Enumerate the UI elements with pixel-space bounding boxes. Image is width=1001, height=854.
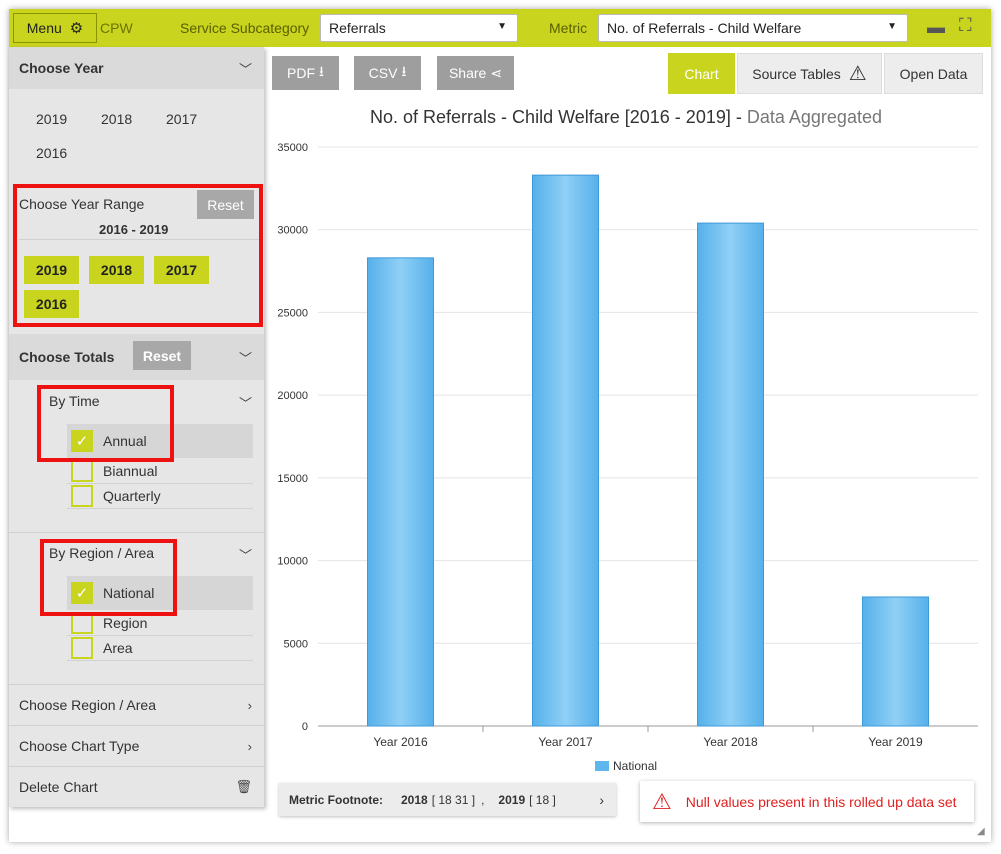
- metric-select[interactable]: No. of Referrals - Child Welfare ▼: [598, 14, 908, 42]
- share-icon: ⋖: [490, 64, 503, 81]
- link-label: Choose Region / Area: [19, 697, 156, 713]
- bar-chart: 0 5000 10000 15000 20000 25000 30000 35000 Year …: [270, 135, 982, 773]
- metric-label: Metric: [549, 20, 588, 36]
- download-icon: ⭳: [401, 63, 407, 79]
- footnote-label: Metric Footnote:: [289, 792, 383, 807]
- share-button[interactable]: Share ⋖: [437, 56, 514, 90]
- caret-down-icon: ▼: [497, 21, 507, 32]
- tab-label: Source Tables: [752, 65, 841, 82]
- app-code[interactable]: CPW: [100, 20, 133, 36]
- csv-label: CSV: [368, 65, 398, 81]
- y-tick-label: 0: [302, 721, 308, 733]
- chevron-down-icon[interactable]: ﹀: [239, 545, 252, 564]
- checkbox-label: Area: [103, 639, 133, 656]
- by-time-highlight: [37, 385, 174, 462]
- link-label: Delete Chart: [19, 779, 98, 795]
- year-option[interactable]: 2019: [36, 111, 67, 127]
- checkbox-quarterly[interactable]: Quarterly: [67, 483, 253, 509]
- footnote-notes: [ 18 ]: [529, 792, 556, 807]
- link-label: Choose Chart Type: [19, 738, 140, 754]
- checkbox-icon: [71, 484, 93, 507]
- choose-year-title: Choose Year: [19, 60, 104, 76]
- subcategory-value: Referrals: [329, 20, 386, 36]
- resize-handle-icon[interactable]: ◢: [977, 826, 985, 837]
- tab-source-tables[interactable]: Source Tables ⚠: [737, 53, 882, 94]
- year-option[interactable]: 2017: [166, 111, 197, 127]
- footnote-year: 2019: [498, 792, 526, 807]
- tab-label: Open Data: [899, 65, 968, 82]
- minimize-icon[interactable]: ▬: [927, 17, 945, 38]
- footnote-separator: ,: [481, 792, 485, 807]
- trash-icon: 🗑: [235, 779, 252, 794]
- chart-title-main: No. of Referrals - Child Welfare [2016 -…: [370, 107, 742, 127]
- subcategory-select[interactable]: Referrals ▼: [320, 14, 518, 42]
- choose-chart-type-link[interactable]: Choose Chart Type ›: [9, 725, 264, 766]
- y-tick-label: 30000: [277, 225, 308, 237]
- x-tick-label: Year 2018: [703, 735, 758, 749]
- divider: [9, 532, 264, 533]
- warning-text: Null values present in this rolled up da…: [685, 793, 957, 810]
- warning-triangle-icon: ⚠: [848, 63, 867, 85]
- menu-button[interactable]: Menu ⚙: [13, 13, 97, 43]
- gear-icon: ⚙: [69, 20, 84, 37]
- download-icon: ⭳: [319, 63, 324, 79]
- subcategory-label: Service Subcategory: [180, 20, 310, 36]
- y-tick-label: 25000: [277, 307, 308, 319]
- y-tick-label: 20000: [277, 390, 308, 402]
- delete-chart-link[interactable]: Delete Chart 🗑: [9, 766, 264, 807]
- legend-label: National: [613, 759, 657, 773]
- by-region-highlight: [40, 539, 177, 616]
- caret-down-icon: ▼: [887, 21, 897, 32]
- x-tick-label: Year 2019: [868, 735, 923, 749]
- null-values-warning: ⚠ Null values present in this rolled up …: [640, 781, 974, 822]
- y-tick-label: 35000: [277, 142, 308, 154]
- totals-reset-button[interactable]: Reset: [133, 341, 191, 370]
- tab-label: Chart: [684, 65, 719, 82]
- choose-totals-title: Choose Totals: [19, 349, 115, 365]
- choose-year-header[interactable]: Choose Year ﹀: [9, 47, 264, 89]
- pdf-button[interactable]: PDF ⭳: [272, 56, 339, 90]
- chart-title-suffix: Data Aggregated: [746, 107, 882, 127]
- chevron-down-icon[interactable]: ﹀: [239, 393, 252, 412]
- checkbox-icon: [71, 459, 93, 482]
- checkbox-label: Biannual: [103, 462, 158, 479]
- fullscreen-icon[interactable]: ⛶: [959, 15, 972, 36]
- chart-title: No. of Referrals - Child Welfare [2016 -…: [270, 107, 982, 128]
- checkbox-label: Quarterly: [103, 487, 161, 504]
- top-bar: Menu ⚙ CPW Service Subcategory Referrals…: [9, 9, 991, 47]
- checkbox-area[interactable]: Area: [67, 635, 253, 661]
- checkbox-label: Region: [103, 614, 148, 631]
- metric-footnote[interactable]: Metric Footnote: 2018 [ 18 31 ] , 2019 […: [279, 783, 616, 816]
- chevron-right-icon[interactable]: ›: [599, 792, 604, 808]
- pdf-label: PDF: [287, 65, 316, 81]
- tab-chart[interactable]: Chart: [668, 53, 735, 94]
- share-label: Share: [448, 65, 487, 81]
- warning-triangle-icon: ⚠: [652, 788, 672, 814]
- checkbox-icon: [71, 636, 93, 659]
- footnote-notes: [ 18 31 ]: [431, 792, 476, 807]
- chevron-right-icon: ›: [247, 697, 252, 713]
- tab-open-data[interactable]: Open Data: [884, 53, 983, 94]
- legend-swatch: [595, 761, 609, 771]
- footnote-year: 2018: [401, 792, 428, 807]
- x-tick-label: Year 2017: [538, 735, 593, 749]
- bar: [367, 257, 434, 727]
- y-tick-label: 10000: [277, 556, 308, 568]
- x-tick-label: Year 2016: [373, 735, 428, 749]
- year-option[interactable]: 2016: [36, 145, 67, 161]
- chevron-down-icon: ﹀: [238, 61, 252, 77]
- year-range-highlight: [13, 184, 263, 327]
- choose-region-link[interactable]: Choose Region / Area ›: [9, 684, 264, 725]
- menu-label: Menu: [26, 20, 62, 36]
- year-option[interactable]: 2018: [101, 111, 132, 127]
- bar: [697, 222, 764, 727]
- y-tick-label: 5000: [284, 638, 308, 650]
- csv-button[interactable]: CSV ⭳: [354, 56, 421, 90]
- y-tick-label: 15000: [277, 473, 308, 485]
- bar: [862, 596, 929, 727]
- bar: [532, 174, 599, 727]
- metric-value: No. of Referrals - Child Welfare: [607, 20, 802, 36]
- chevron-down-icon: ﹀: [238, 350, 252, 366]
- chevron-right-icon: ›: [247, 738, 252, 754]
